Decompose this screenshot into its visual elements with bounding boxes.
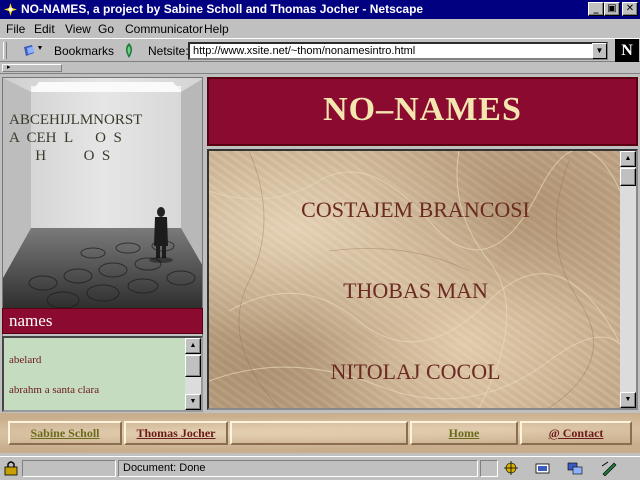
page-content: ABCEHIJLMNORST A CEH L O S H O S names ab…	[0, 74, 640, 456]
banner-title: NO–NAMES	[323, 91, 522, 128]
entry-costajem-brancosi[interactable]: COSTAJEM BRANCOSI	[209, 197, 622, 223]
bookmarks-icon[interactable]	[22, 43, 44, 59]
entry-nitolaj-cocol[interactable]: NITOLAJ COCOL	[209, 359, 622, 385]
url-field[interactable]: http://www.xsite.net/~thom/nonamesintro.…	[188, 42, 608, 60]
menu-bar: File Edit View Go Communicator Help	[0, 19, 640, 38]
netsite-label: Netsite:	[148, 44, 189, 58]
discussion-component-icon[interactable]	[566, 460, 584, 476]
menu-communicator[interactable]: Communicator	[125, 22, 203, 36]
names-scroll-thumb[interactable]	[185, 355, 201, 377]
close-button[interactable]: ✕	[622, 2, 638, 16]
footer-empty-cell	[230, 421, 408, 445]
footer-link-home[interactable]: Home	[410, 421, 518, 445]
letters-line-3: H O S	[9, 148, 111, 164]
menu-file[interactable]: File	[6, 22, 25, 36]
main-scroll-thumb[interactable]	[620, 168, 636, 186]
status-mini-panel	[480, 460, 498, 477]
menu-edit[interactable]: Edit	[34, 22, 55, 36]
url-dropdown-icon[interactable]: ▼	[592, 43, 607, 59]
footer-link-contact[interactable]: @ Contact	[520, 421, 632, 445]
letters-line-2: A CEH L O S	[9, 130, 122, 146]
banner: NO–NAMES	[207, 77, 638, 146]
progress-panel	[22, 460, 116, 477]
names-scroll-up-icon[interactable]: ▲	[185, 338, 201, 354]
main-scroll-down-icon[interactable]: ▼	[620, 392, 636, 408]
footer-link-sabine-scholl[interactable]: Sabine Scholl	[8, 421, 122, 445]
netscape-app-icon	[3, 2, 18, 17]
main-panel: COSTAJEM BRANCOSI THOBAS MAN NITOLAJ COC…	[207, 149, 638, 410]
collapsed-toolbar: ▸	[0, 62, 640, 74]
expand-toolbar-tab[interactable]: ▸	[2, 64, 62, 72]
main-scroll-up-icon[interactable]: ▲	[620, 151, 636, 167]
name-item-abrahm-a-santa-clara[interactable]: abrahm a santa clara	[9, 384, 99, 396]
maximize-button[interactable]: ▣	[604, 2, 620, 16]
menu-go[interactable]: Go	[98, 22, 114, 36]
names-scroll-down-icon[interactable]: ▼	[185, 394, 201, 410]
footer-nav: Sabine Scholl Thomas Jocher Home @ Conta…	[0, 413, 640, 453]
names-heading: names	[2, 308, 203, 334]
navigator-component-icon[interactable]	[502, 460, 520, 476]
netsite-icon[interactable]	[121, 42, 137, 59]
footer-link-thomas-jocher[interactable]: Thomas Jocher	[124, 421, 228, 445]
main-scrollbar[interactable]: ▲ ▼	[620, 151, 636, 408]
menu-view[interactable]: View	[65, 22, 91, 36]
name-item-abelard[interactable]: abelard	[9, 354, 41, 366]
names-scrollbar[interactable]: ▲ ▼	[185, 338, 201, 410]
title-bar: NO-NAMES, a project by Sabine Scholl and…	[0, 0, 640, 19]
bookmarks-label[interactable]: Bookmarks	[54, 44, 114, 58]
composer-component-icon[interactable]	[600, 460, 618, 476]
security-lock-icon[interactable]	[2, 460, 20, 476]
mailbox-component-icon[interactable]	[534, 460, 552, 476]
menu-help[interactable]: Help	[204, 22, 229, 36]
location-toolbar: Bookmarks Netsite: http://www.xsite.net/…	[0, 38, 640, 62]
window-title: NO-NAMES, a project by Sabine Scholl and…	[21, 2, 424, 16]
names-list: abelard abrahm a santa clara ▲ ▼	[2, 336, 203, 412]
picture-letters: ABCEHIJLMNORST A CEH L O S H O S	[9, 111, 189, 165]
netscape-logo[interactable]: N	[615, 39, 639, 62]
status-text: Document: Done	[118, 460, 478, 477]
entry-thobas-man[interactable]: THOBAS MAN	[209, 278, 622, 304]
toolbar-grip[interactable]	[3, 42, 7, 59]
status-bar: Document: Done	[0, 456, 640, 480]
letters-line-1: ABCEHIJLMNORST	[9, 112, 143, 128]
minimize-button[interactable]: _	[588, 2, 604, 16]
